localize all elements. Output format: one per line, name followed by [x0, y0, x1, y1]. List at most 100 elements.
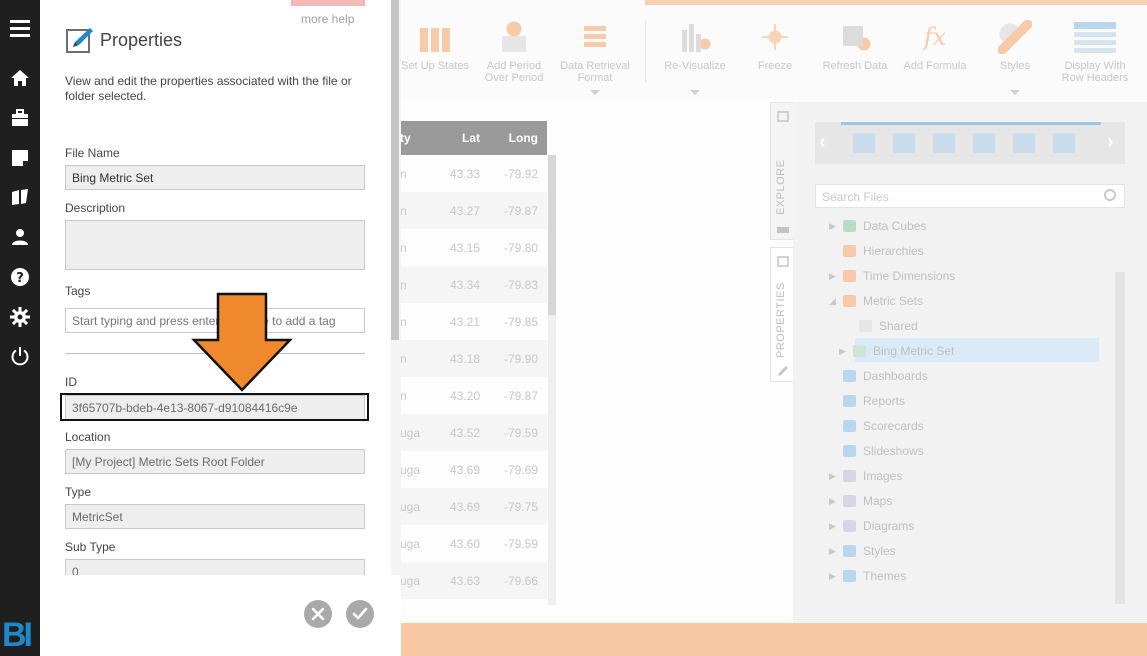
table-row[interactable]: n 43.15 -79.80: [400, 229, 547, 266]
table-row[interactable]: n 43.18 -79.90: [400, 340, 547, 377]
expand-caret-icon[interactable]: ▶: [829, 471, 843, 482]
display-with-row-headers-button[interactable]: Display With Row Headers: [1058, 20, 1132, 84]
tree-item[interactable]: ▶ Images: [829, 465, 902, 487]
re-visualize-label: Re-Visualize: [664, 60, 726, 72]
search-icon[interactable]: [1104, 189, 1116, 201]
expand-caret-icon[interactable]: ▶: [829, 271, 843, 282]
menu-icon[interactable]: [9, 17, 31, 39]
book-icon[interactable]: [9, 186, 31, 208]
expand-caret-icon[interactable]: ▶: [839, 346, 853, 357]
tree-item[interactable]: ◢ Metric Sets: [829, 290, 923, 312]
tab-explore-label: EXPLORE: [775, 159, 787, 215]
tree-item[interactable]: ▶ Data Cubes: [829, 215, 926, 237]
tree-item[interactable]: ▶ Diagrams: [829, 515, 914, 537]
table-row[interactable]: uga 43.60 -79.59: [400, 525, 547, 562]
table-cell: uga: [400, 536, 421, 551]
refresh-data-button[interactable]: Refresh Data: [818, 20, 892, 72]
table-row[interactable]: n 43.27 -79.87: [400, 192, 547, 229]
home-icon[interactable]: [9, 67, 31, 89]
tree-item[interactable]: ▶ Maps: [829, 490, 892, 512]
strip-paste-icon[interactable]: [1053, 133, 1075, 153]
tree-item-label: Shared: [879, 319, 918, 333]
explore-strip-highlight: [841, 122, 1101, 125]
chevron-right-icon[interactable]: ›: [1107, 132, 1121, 152]
grid-header-city[interactable]: ty: [400, 131, 420, 145]
folder-icon: [843, 470, 856, 482]
freeze-button[interactable]: Freeze: [750, 20, 800, 72]
help-icon[interactable]: ?: [9, 266, 31, 288]
tree-item-label: Slideshows: [863, 444, 924, 458]
tree-item[interactable]: ▶ Bing Metric Set: [839, 340, 954, 362]
expand-caret-icon[interactable]: ◢: [829, 296, 843, 307]
table-cell: uga: [400, 573, 421, 588]
data-retrieval-format-button[interactable]: Data Retrieval Format: [556, 20, 634, 84]
location-field[interactable]: [65, 449, 365, 474]
grid-scrollbar[interactable]: [548, 155, 556, 605]
strip-cut-icon[interactable]: [1013, 133, 1035, 153]
expand-caret-icon[interactable]: ▶: [829, 521, 843, 532]
file-name-input[interactable]: [65, 165, 365, 190]
table-cell: 43.60: [449, 536, 480, 551]
data-retrieval-dropdown-caret[interactable]: [590, 90, 600, 95]
table-cell: -79.90: [503, 351, 538, 366]
expand-caret-icon[interactable]: ▶: [829, 221, 843, 232]
tree-item[interactable]: Dashboards: [829, 365, 928, 387]
add-formula-button[interactable]: fx Add Formula: [898, 20, 972, 72]
search-files-input[interactable]: Search Files: [815, 184, 1125, 208]
user-icon[interactable]: [9, 226, 31, 248]
tab-properties[interactable]: PROPERTIES: [770, 247, 794, 382]
confirm-button[interactable]: [346, 600, 374, 628]
tree-item[interactable]: ▶ Time Dimensions: [829, 265, 955, 287]
grid-scrollbar-thumb[interactable]: [548, 155, 556, 315]
setup-states-icon: [418, 20, 452, 54]
id-label: ID: [65, 375, 77, 389]
re-visualize-button[interactable]: Re-Visualize: [658, 20, 732, 72]
tree-item-label: Metric Sets: [863, 294, 924, 308]
cancel-button[interactable]: [304, 600, 332, 628]
settings-gear-icon[interactable]: [9, 306, 31, 328]
strip-edit-icon[interactable]: [853, 133, 875, 153]
table-row[interactable]: n 43.34 -79.83: [400, 266, 547, 303]
strip-move-icon[interactable]: [893, 133, 915, 153]
strip-refresh-icon[interactable]: [933, 133, 955, 153]
tree-item[interactable]: Slideshows: [829, 440, 924, 462]
table-row[interactable]: uga 43.69 -79.69: [400, 451, 547, 488]
tree-item[interactable]: Reports: [829, 390, 905, 412]
re-visualize-dropdown-caret[interactable]: [690, 90, 700, 95]
tree-item[interactable]: Hierarchies: [829, 240, 924, 262]
table-row[interactable]: uga 43.69 -79.75: [400, 488, 547, 525]
add-period-over-period-button[interactable]: Add Period Over Period: [482, 20, 546, 84]
type-field[interactable]: [65, 504, 365, 529]
table-row[interactable]: n 43.20 -79.87: [400, 377, 547, 414]
expand-caret-icon[interactable]: ▶: [829, 546, 843, 557]
description-textarea[interactable]: [65, 220, 365, 270]
table-row[interactable]: n 43.21 -79.85: [400, 303, 547, 340]
note-icon[interactable]: [9, 147, 31, 169]
explore-scrollbar[interactable]: [1115, 272, 1125, 604]
panel-title: Properties: [100, 30, 183, 50]
row-headers-icon: [1074, 20, 1116, 54]
strip-copy-icon[interactable]: [973, 133, 995, 153]
tree-item[interactable]: Shared: [845, 315, 918, 337]
power-icon[interactable]: [9, 345, 31, 367]
styles-button[interactable]: Styles: [990, 20, 1040, 72]
setup-states-button[interactable]: Set Up States: [400, 20, 470, 72]
tree-item[interactable]: Scorecards: [829, 415, 924, 437]
briefcase-icon[interactable]: [9, 107, 31, 129]
tree-item[interactable]: ▶ Styles: [829, 540, 896, 562]
grid-header-lat[interactable]: Lat: [420, 131, 480, 145]
table-row[interactable]: uga 43.63 -79.66: [400, 562, 547, 599]
table-row[interactable]: uga 43.52 -79.59: [400, 414, 547, 451]
more-help-link[interactable]: more help: [301, 12, 354, 26]
chevron-left-icon[interactable]: ‹: [819, 132, 833, 152]
tab-explore[interactable]: EXPLORE: [770, 102, 794, 240]
panel-scrollbar-thumb[interactable]: [391, 0, 399, 340]
panel-scrollbar[interactable]: [391, 0, 401, 575]
tree-item[interactable]: ▶ Themes: [829, 565, 906, 587]
table-row[interactable]: n 43.33 -79.92: [400, 155, 547, 192]
expand-caret-icon[interactable]: ▶: [829, 496, 843, 507]
styles-dropdown-caret[interactable]: [1010, 90, 1020, 95]
expand-caret-icon[interactable]: ▶: [829, 571, 843, 582]
table-cell: -79.92: [503, 166, 538, 181]
grid-header-long[interactable]: Long: [480, 131, 538, 145]
